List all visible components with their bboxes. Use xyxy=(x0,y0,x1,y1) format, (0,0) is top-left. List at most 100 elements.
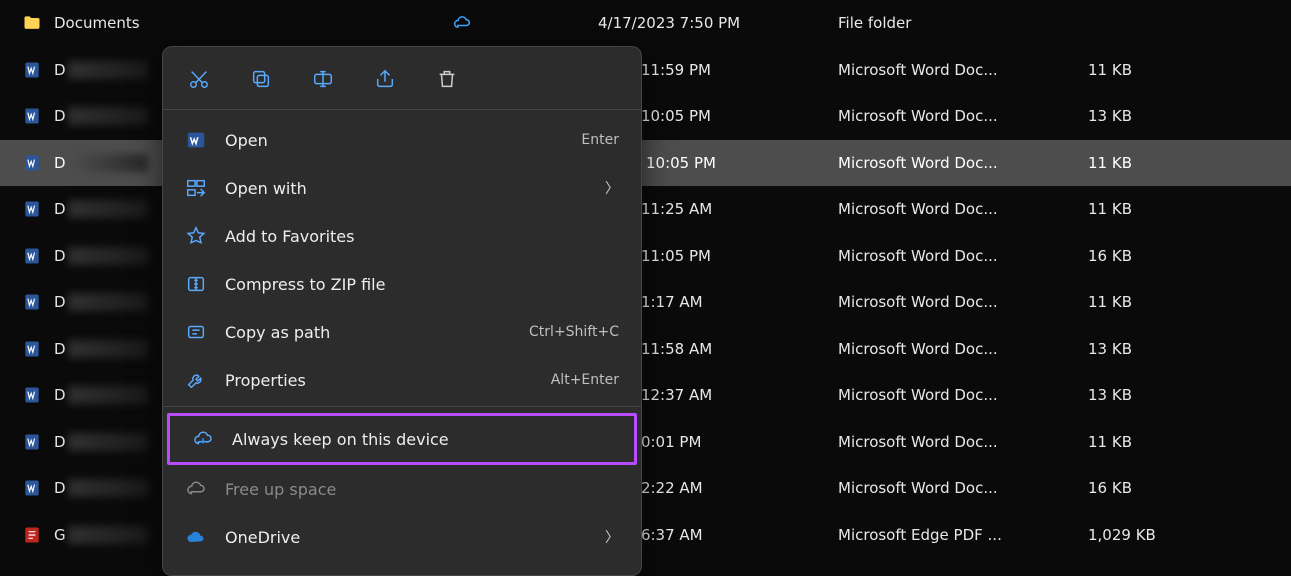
cloud-icon xyxy=(185,478,207,500)
file-name: D xyxy=(54,200,66,218)
word-icon xyxy=(22,339,42,359)
redacted-text xyxy=(68,526,148,544)
cloud-download-icon xyxy=(192,428,214,450)
menu-label: Compress to ZIP file xyxy=(225,275,619,294)
word-icon xyxy=(22,246,42,266)
redacted-text xyxy=(68,61,148,79)
menu-properties[interactable]: Properties Alt+Enter xyxy=(163,356,641,404)
file-type: Microsoft Word Doc... xyxy=(838,386,1088,404)
file-size: 13 KB xyxy=(1088,340,1188,358)
file-name: D xyxy=(54,61,66,79)
word-icon xyxy=(22,106,42,126)
file-name: D xyxy=(54,107,66,125)
zip-icon xyxy=(185,273,207,295)
file-size: 11 KB xyxy=(1088,200,1188,218)
menu-label: Open xyxy=(225,131,563,150)
menu-onedrive[interactable]: OneDrive 〉 xyxy=(163,513,641,561)
copy-icon[interactable] xyxy=(247,65,275,93)
file-name: D xyxy=(54,293,66,311)
file-size: 11 KB xyxy=(1088,293,1188,311)
file-type: Microsoft Word Doc... xyxy=(838,433,1088,451)
menu-accelerator: Enter xyxy=(581,132,619,148)
chevron-right-icon: 〉 xyxy=(605,527,619,547)
cloud-status-icon xyxy=(452,13,472,33)
redacted-text xyxy=(68,247,148,265)
redacted-text xyxy=(68,479,148,497)
file-name: G xyxy=(54,526,66,544)
file-size: 11 KB xyxy=(1088,61,1188,79)
file-size: 16 KB xyxy=(1088,479,1188,497)
rename-icon[interactable] xyxy=(309,65,337,93)
file-name: D xyxy=(54,479,66,497)
word-icon xyxy=(22,385,42,405)
word-icon xyxy=(22,60,42,80)
word-icon xyxy=(22,478,42,498)
menu-label: Free up space xyxy=(225,480,619,499)
file-type: Microsoft Word Doc... xyxy=(838,293,1088,311)
file-row[interactable]: Documents 4/17/2023 7:50 PMFile folder xyxy=(0,0,1291,47)
file-name: Documents xyxy=(54,14,140,32)
file-type: Microsoft Word Doc... xyxy=(838,247,1088,265)
menu-label: Add to Favorites xyxy=(225,227,619,246)
redacted-text xyxy=(68,107,148,125)
separator xyxy=(163,406,641,407)
delete-icon[interactable] xyxy=(433,65,461,93)
file-name: D xyxy=(54,154,66,172)
redacted-text xyxy=(68,386,148,404)
menu-accelerator: Alt+Enter xyxy=(551,372,619,388)
cut-icon[interactable] xyxy=(185,65,213,93)
redacted-text xyxy=(68,154,148,172)
word-icon xyxy=(22,292,42,312)
menu-open-with[interactable]: Open with 〉 xyxy=(163,164,641,212)
menu-add-favorites[interactable]: Add to Favorites xyxy=(163,212,641,260)
open-with-icon xyxy=(185,177,207,199)
file-type: Microsoft Word Doc... xyxy=(838,154,1088,172)
file-type: Microsoft Word Doc... xyxy=(838,200,1088,218)
redacted-text xyxy=(68,340,148,358)
redacted-text xyxy=(68,200,148,218)
file-name: D xyxy=(54,386,66,404)
menu-open[interactable]: Open Enter xyxy=(163,116,641,164)
file-size: 11 KB xyxy=(1088,433,1188,451)
context-menu: Open Enter Open with 〉 Add to Favorites … xyxy=(162,46,642,576)
file-name: D xyxy=(54,340,66,358)
menu-label: Copy as path xyxy=(225,323,511,342)
file-type: Microsoft Word Doc... xyxy=(838,61,1088,79)
file-name: D xyxy=(54,247,66,265)
file-size: 1,029 KB xyxy=(1088,526,1188,544)
menu-label: Properties xyxy=(225,371,533,390)
word-icon xyxy=(22,199,42,219)
file-name: D xyxy=(54,433,66,451)
menu-always-keep[interactable]: Always keep on this device xyxy=(170,416,634,462)
menu-label: OneDrive xyxy=(225,528,587,547)
separator xyxy=(163,109,641,110)
menu-label: Always keep on this device xyxy=(232,430,612,449)
file-type: File folder xyxy=(838,14,1088,32)
menu-copy-path[interactable]: Copy as path Ctrl+Shift+C xyxy=(163,308,641,356)
file-type: Microsoft Edge PDF ... xyxy=(838,526,1088,544)
share-icon[interactable] xyxy=(371,65,399,93)
context-toolbar xyxy=(163,55,641,107)
word-icon xyxy=(22,432,42,452)
file-size: 13 KB xyxy=(1088,386,1188,404)
menu-accelerator: Ctrl+Shift+C xyxy=(529,324,619,340)
menu-label: Open with xyxy=(225,179,587,198)
onedrive-icon xyxy=(185,526,207,548)
menu-compress-zip[interactable]: Compress to ZIP file xyxy=(163,260,641,308)
star-icon xyxy=(185,225,207,247)
chevron-right-icon: 〉 xyxy=(605,178,619,198)
redacted-text xyxy=(68,293,148,311)
file-type: Microsoft Word Doc... xyxy=(838,340,1088,358)
pdf-icon xyxy=(22,525,42,545)
file-type: Microsoft Word Doc... xyxy=(838,479,1088,497)
redacted-text xyxy=(68,433,148,451)
word-icon xyxy=(22,153,42,173)
file-size: 13 KB xyxy=(1088,107,1188,125)
highlighted-menu-item: Always keep on this device xyxy=(167,413,637,465)
file-size: 16 KB xyxy=(1088,247,1188,265)
folder-icon xyxy=(22,13,42,33)
file-size: 11 KB xyxy=(1088,154,1188,172)
file-type: Microsoft Word Doc... xyxy=(838,107,1088,125)
file-date: 4/17/2023 7:50 PM xyxy=(598,14,838,32)
copy-path-icon xyxy=(185,321,207,343)
